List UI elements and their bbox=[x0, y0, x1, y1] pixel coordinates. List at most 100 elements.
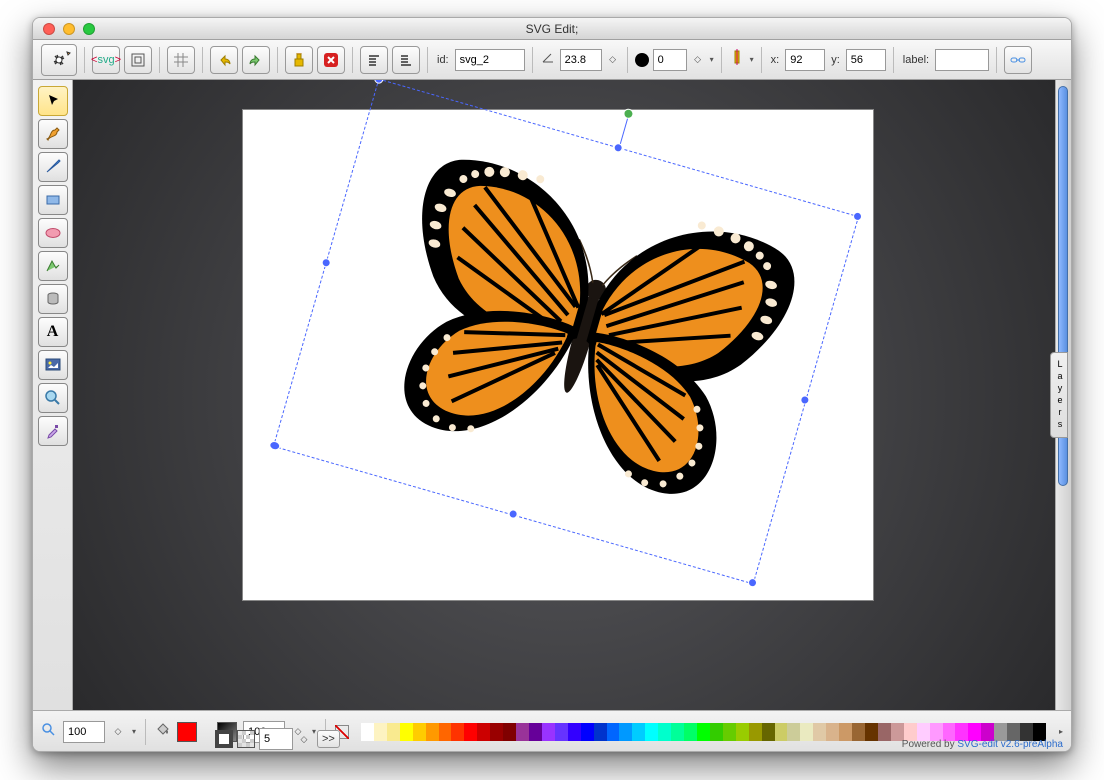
image-tool[interactable] bbox=[38, 350, 68, 380]
palette-swatch[interactable] bbox=[490, 723, 503, 741]
palette-swatch[interactable] bbox=[736, 723, 749, 741]
path-tool[interactable] bbox=[38, 251, 68, 281]
label-input[interactable] bbox=[935, 49, 989, 71]
rect-tool[interactable] bbox=[38, 185, 68, 215]
blur-input[interactable] bbox=[653, 49, 687, 71]
palette-swatch[interactable] bbox=[994, 723, 1007, 741]
palette-swatch[interactable] bbox=[594, 723, 607, 741]
palette-swatch[interactable] bbox=[787, 723, 800, 741]
palette-swatch[interactable] bbox=[943, 723, 956, 741]
palette-swatch[interactable] bbox=[555, 723, 568, 741]
palette-swatch[interactable] bbox=[542, 723, 555, 741]
svgedit-link[interactable]: SVG-edit v2.6-preAlpha bbox=[957, 739, 1063, 750]
palette-swatch[interactable] bbox=[800, 723, 813, 741]
ellipse-tool[interactable] bbox=[38, 218, 68, 248]
palette-swatch[interactable] bbox=[451, 723, 464, 741]
palette-swatch[interactable] bbox=[361, 723, 374, 741]
shapelib-tool[interactable] bbox=[38, 284, 68, 314]
id-input[interactable] bbox=[455, 49, 525, 71]
palette-swatch[interactable] bbox=[374, 723, 387, 741]
palette-swatch[interactable] bbox=[503, 723, 516, 741]
select-tool[interactable] bbox=[38, 86, 68, 116]
main-menu-button[interactable] bbox=[41, 44, 77, 76]
palette-swatch[interactable] bbox=[658, 723, 671, 741]
palette-swatch[interactable] bbox=[581, 723, 594, 741]
angle-input[interactable] bbox=[560, 49, 602, 71]
palette-swatch[interactable] bbox=[1033, 723, 1046, 741]
title-bar: SVG Edit; bbox=[33, 18, 1071, 40]
palette-swatch[interactable] bbox=[775, 723, 788, 741]
canvas-area[interactable] bbox=[73, 80, 1055, 710]
palette-swatch[interactable] bbox=[852, 723, 865, 741]
palette-swatch[interactable] bbox=[723, 723, 736, 741]
stroke-none-swatch[interactable] bbox=[237, 730, 255, 748]
palette-swatch[interactable] bbox=[1020, 723, 1033, 741]
close-window-button[interactable] bbox=[43, 23, 55, 35]
palette-swatch[interactable] bbox=[426, 723, 439, 741]
palette-swatch[interactable] bbox=[516, 723, 529, 741]
palette-swatch[interactable] bbox=[671, 723, 684, 741]
stroke-color-swatch[interactable] bbox=[215, 730, 233, 748]
palette-swatch[interactable] bbox=[930, 723, 943, 741]
line-tool[interactable] bbox=[38, 152, 68, 182]
edit-source-button[interactable]: <svg> bbox=[92, 46, 120, 74]
palette-swatch[interactable] bbox=[645, 723, 658, 741]
undo-button[interactable] bbox=[210, 46, 238, 74]
delete-button[interactable] bbox=[317, 46, 345, 74]
redo-button[interactable] bbox=[242, 46, 270, 74]
vertical-scrollbar[interactable]: Layers bbox=[1055, 80, 1071, 710]
move-bottom-button[interactable] bbox=[392, 46, 420, 74]
stroke-more-button[interactable]: >> bbox=[317, 730, 340, 748]
palette-swatch[interactable] bbox=[387, 723, 400, 741]
palette-swatch[interactable] bbox=[607, 723, 620, 741]
palette-swatch[interactable] bbox=[477, 723, 490, 741]
palette-more-icon[interactable]: ▸ bbox=[1059, 727, 1063, 736]
palette-swatch[interactable] bbox=[1007, 723, 1020, 741]
palette-swatch[interactable] bbox=[955, 723, 968, 741]
link-button[interactable] bbox=[1004, 46, 1032, 74]
palette-swatch[interactable] bbox=[813, 723, 826, 741]
wireframe-button[interactable] bbox=[124, 46, 152, 74]
palette-swatch[interactable] bbox=[684, 723, 697, 741]
palette-swatch[interactable] bbox=[891, 723, 904, 741]
palette-swatch[interactable] bbox=[464, 723, 477, 741]
palette-swatch[interactable] bbox=[865, 723, 878, 741]
fhpath-tool[interactable] bbox=[38, 119, 68, 149]
palette-swatch[interactable] bbox=[697, 723, 710, 741]
resize-handle-nw[interactable] bbox=[373, 80, 384, 85]
palette-swatch[interactable] bbox=[762, 723, 775, 741]
palette-swatch[interactable] bbox=[400, 723, 413, 741]
palette-swatch[interactable] bbox=[568, 723, 581, 741]
eyedropper-tool[interactable] bbox=[38, 416, 68, 446]
x-input[interactable] bbox=[785, 49, 825, 71]
palette-swatch[interactable] bbox=[981, 723, 994, 741]
palette-swatch[interactable] bbox=[632, 723, 645, 741]
y-input[interactable] bbox=[846, 49, 886, 71]
fill-color-swatch[interactable] bbox=[177, 722, 197, 742]
layers-panel-tab[interactable]: Layers bbox=[1050, 352, 1068, 438]
palette-swatch[interactable] bbox=[710, 723, 723, 741]
palette-swatch[interactable] bbox=[839, 723, 852, 741]
palette-swatch[interactable] bbox=[529, 723, 542, 741]
id-label: id: bbox=[437, 54, 449, 66]
zoom-window-button[interactable] bbox=[83, 23, 95, 35]
clone-button[interactable] bbox=[285, 46, 313, 74]
palette-swatch[interactable] bbox=[749, 723, 762, 741]
minimize-window-button[interactable] bbox=[63, 23, 75, 35]
palette-swatch[interactable] bbox=[878, 723, 891, 741]
palette-swatch[interactable] bbox=[904, 723, 917, 741]
show-grid-button[interactable] bbox=[167, 46, 195, 74]
palette-swatch[interactable] bbox=[826, 723, 839, 741]
palette-swatch[interactable] bbox=[439, 723, 452, 741]
text-tool[interactable]: A bbox=[38, 317, 68, 347]
work-area: A bbox=[33, 80, 1071, 710]
zoom-tool[interactable] bbox=[38, 383, 68, 413]
stroke-width-input[interactable] bbox=[259, 728, 293, 750]
move-top-button[interactable] bbox=[360, 46, 388, 74]
palette-swatch[interactable] bbox=[917, 723, 930, 741]
zoom-input[interactable] bbox=[63, 721, 105, 743]
label-label: label: bbox=[903, 54, 929, 66]
palette-swatch[interactable] bbox=[619, 723, 632, 741]
palette-swatch[interactable] bbox=[968, 723, 981, 741]
palette-swatch[interactable] bbox=[413, 723, 426, 741]
